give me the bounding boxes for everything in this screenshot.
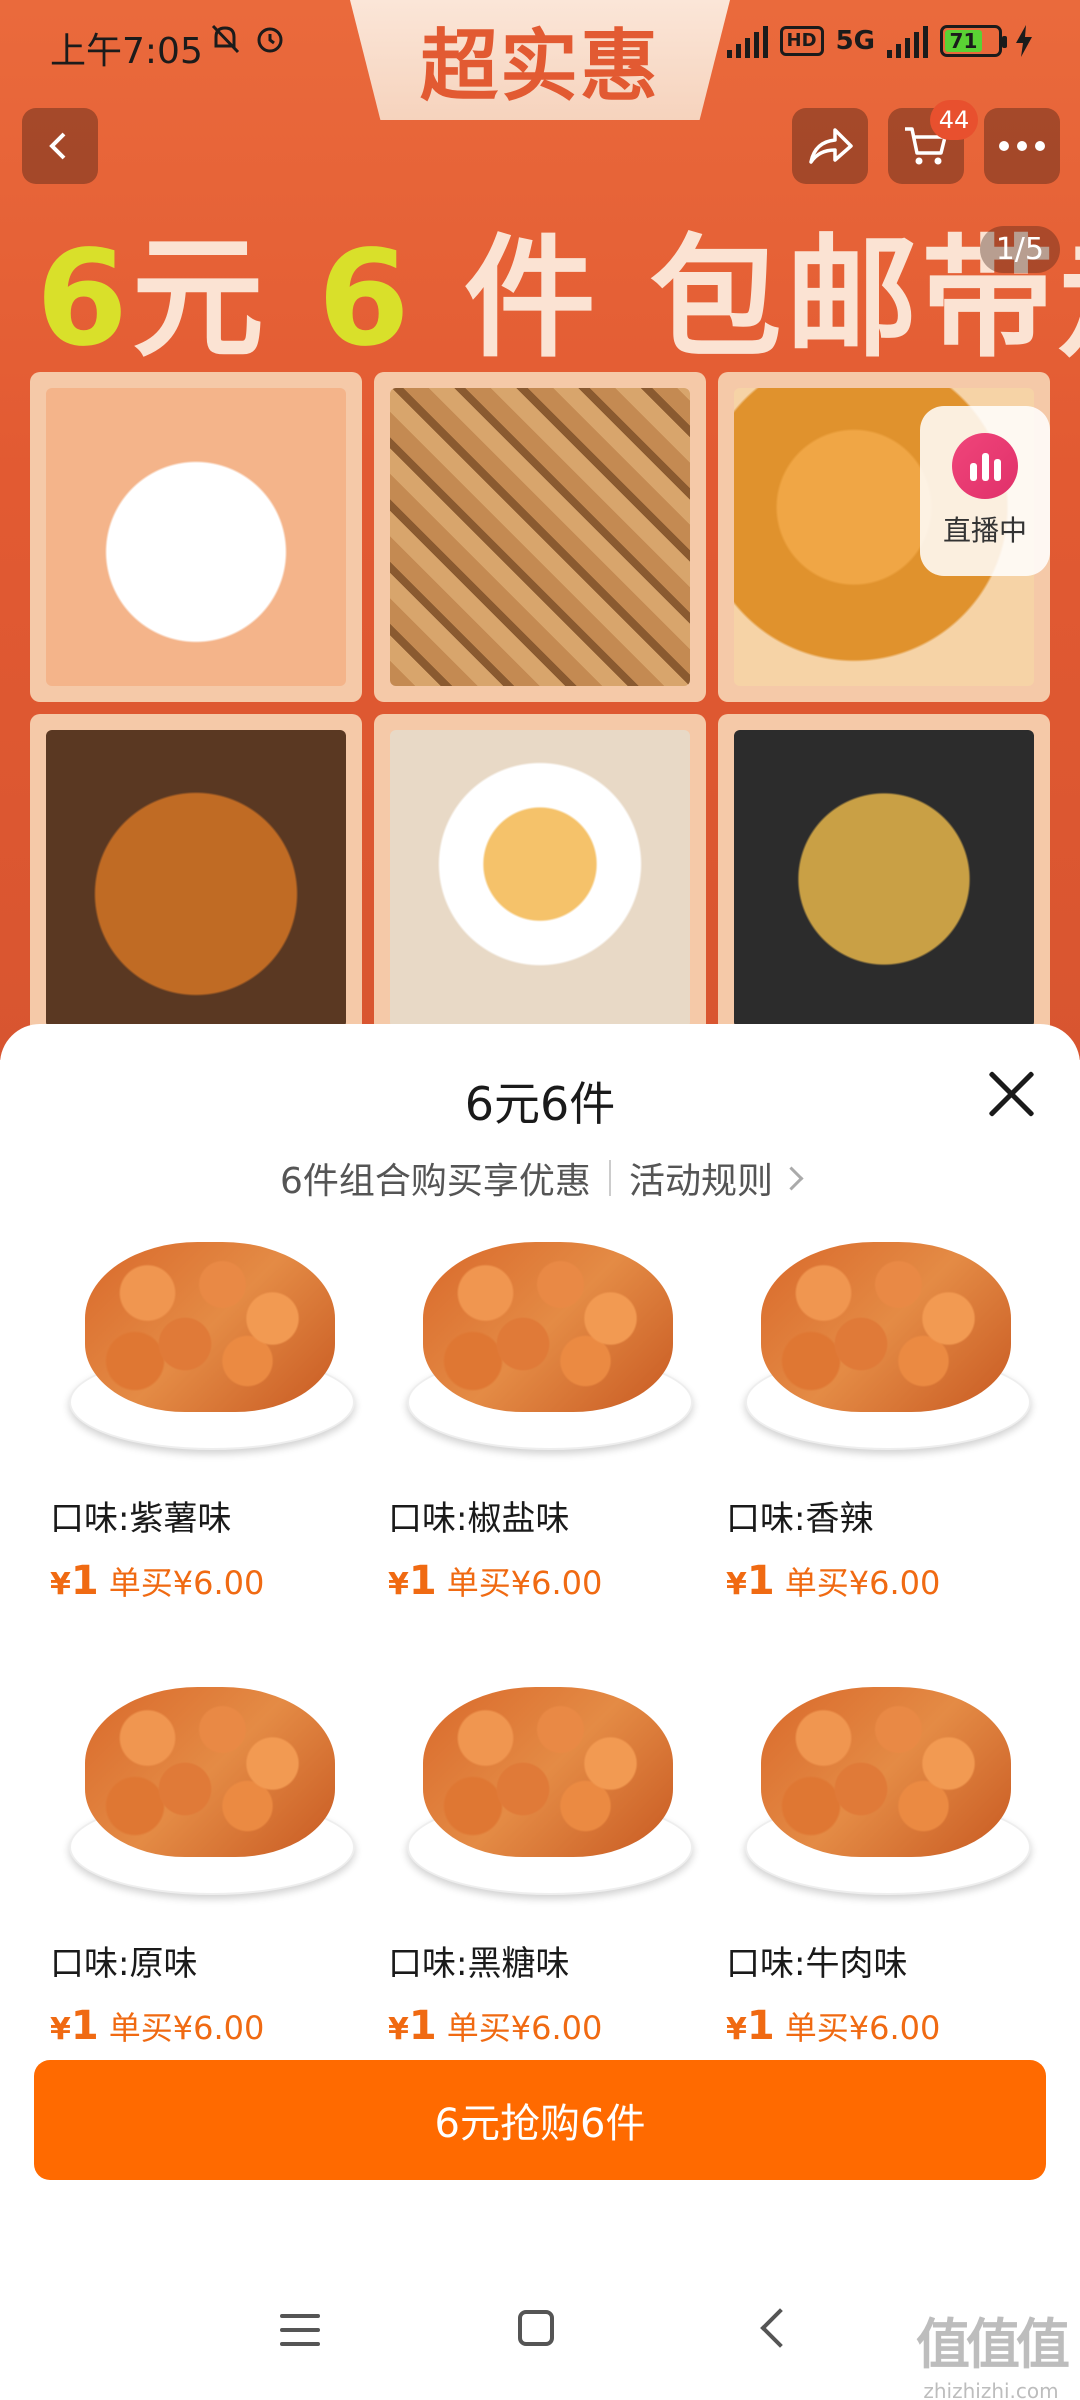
price-currency: ¥ (50, 2012, 71, 2047)
bundle-item[interactable]: 口味:牛肉味 ¥1 单买¥6.00 (726, 1681, 1046, 2106)
charging-icon (1016, 25, 1032, 57)
mute-icon (211, 24, 240, 54)
banner-photo (374, 372, 706, 702)
price-value: 1 (408, 2003, 437, 2049)
price-currency: ¥ (388, 2012, 409, 2047)
item-name: 口味:紫薯味 (50, 1499, 232, 1539)
item-image (731, 1681, 1041, 1901)
share-button[interactable] (792, 108, 868, 184)
banner-photo (30, 372, 362, 702)
single-price: 单买¥6.00 (108, 2009, 265, 2047)
watermark-logo: 值值值 (916, 2313, 1070, 2376)
single-price: 单买¥6.00 (784, 2009, 941, 2047)
price-currency: ¥ (388, 1567, 409, 1602)
rules-link[interactable]: 活动规则 (628, 1152, 804, 1204)
item-price: ¥1 单买¥6.00 (388, 1558, 708, 1604)
back-button[interactable] (22, 108, 98, 184)
signal-icon (726, 24, 768, 58)
sheet-subtitle-row: 6件组合购买享优惠 活动规则 (0, 1152, 1080, 1204)
gallery-page-indicator: 1/5 (979, 226, 1060, 273)
share-icon (809, 128, 853, 164)
status-right: HD 5G 71 (726, 24, 1034, 58)
banner-headline: 6元 6 件 包邮带走 (36, 192, 1080, 383)
item-price: ¥1 单买¥6.00 (50, 2003, 370, 2049)
live-stream-button[interactable]: 直播中 (920, 406, 1050, 576)
network-type: 5G (835, 26, 875, 56)
bundle-item[interactable]: 口味:椒盐味 ¥1 单买¥6.00 (388, 1236, 708, 1661)
rules-link-label: 活动规则 (628, 1161, 773, 1202)
cart-count-badge: 44 (930, 100, 978, 140)
screen: 超实惠 上午7:05 HD 5G 71 44 6元 6 件 包邮带 1/5 直播… (0, 0, 1080, 2400)
item-price: ¥1 单买¥6.00 (726, 1558, 1046, 1604)
chevron-right-icon (779, 1165, 804, 1191)
price-value: 1 (408, 1558, 437, 1604)
item-name: 口味:牛肉味 (726, 1944, 908, 1984)
status-icons (208, 22, 287, 65)
item-image (55, 1236, 365, 1456)
headline-num-2: 6 (317, 222, 414, 376)
item-image (393, 1681, 703, 1901)
buy-bundle-button[interactable]: 6元抢购6件 (34, 2060, 1046, 2180)
price-value: 1 (70, 1558, 99, 1604)
bundle-item[interactable]: 口味:紫薯味 ¥1 单买¥6.00 (50, 1236, 370, 1661)
price-currency: ¥ (726, 2012, 747, 2047)
more-button[interactable] (984, 108, 1060, 184)
back-nav-icon[interactable] (760, 2308, 800, 2348)
alarm-icon (257, 27, 283, 53)
bundle-item[interactable]: 口味:香辣 ¥1 单买¥6.00 (726, 1236, 1046, 1661)
bundle-sheet: 6元6件 6件组合购买享优惠 活动规则 口味:紫薯味 ¥1 单买¥6.00 口味… (0, 1024, 1080, 2400)
single-price: 单买¥6.00 (108, 1564, 265, 1602)
cart-button[interactable]: 44 (888, 100, 978, 184)
banner-photo (718, 714, 1050, 1044)
price-value: 1 (746, 1558, 775, 1604)
item-price: ¥1 单买¥6.00 (50, 1558, 370, 1604)
status-time: 上午7:05 (50, 31, 203, 72)
item-name: 口味:黑糖味 (388, 1944, 570, 1984)
divider (608, 1160, 611, 1196)
watermark: 值值值 zhizhizhi.com (916, 2300, 1070, 2400)
price-currency: ¥ (726, 1567, 747, 1602)
single-price: 单买¥6.00 (446, 1564, 603, 1602)
close-icon[interactable] (982, 1064, 1042, 1124)
banner-photo (30, 714, 362, 1044)
item-price: ¥1 单买¥6.00 (388, 2003, 708, 2049)
item-image (55, 1681, 365, 1901)
live-label: 直播中 (942, 514, 1027, 547)
back-arrow-icon (49, 132, 66, 160)
bundle-item[interactable]: 口味:黑糖味 ¥1 单买¥6.00 (388, 1681, 708, 2106)
item-price: ¥1 单买¥6.00 (726, 2003, 1046, 2049)
banner-photo-grid (30, 372, 1050, 1044)
item-name: 口味:原味 (50, 1944, 198, 1984)
headline-num-1: 6 (36, 222, 132, 376)
signal-icon-2 (887, 24, 928, 58)
battery-level: 71 (945, 29, 982, 53)
hd-badge: HD (779, 26, 824, 56)
price-value: 1 (746, 2003, 775, 2049)
banner-photo (374, 714, 706, 1044)
item-name: 口味:香辣 (726, 1499, 874, 1539)
bundle-item[interactable]: 口味:原味 ¥1 单买¥6.00 (50, 1681, 370, 2106)
bundle-items: 口味:紫薯味 ¥1 单买¥6.00 口味:椒盐味 ¥1 单买¥6.00 口味:香… (50, 1236, 1040, 2106)
menu-icon[interactable] (280, 2314, 320, 2346)
more-icon (999, 141, 1045, 151)
live-bars-icon (952, 433, 1018, 499)
item-image (393, 1236, 703, 1456)
headline-text-1: 元 (131, 222, 318, 376)
home-icon[interactable] (518, 2310, 554, 2346)
item-name: 口味:椒盐味 (388, 1499, 570, 1539)
sheet-title: 6元6件 (464, 1077, 616, 1131)
price-currency: ¥ (50, 1567, 71, 1602)
status-bar: 上午7:05 HD 5G 71 (0, 0, 1080, 90)
item-image (731, 1236, 1041, 1456)
single-price: 单买¥6.00 (784, 1564, 941, 1602)
product-gallery[interactable]: 超实惠 上午7:05 HD 5G 71 44 6元 6 件 包邮带 1/5 直播… (0, 0, 1080, 1060)
single-price: 单买¥6.00 (446, 2009, 603, 2047)
battery-icon: 71 (940, 25, 1007, 57)
watermark-text: zhizhizhi.com (923, 2379, 1059, 2400)
sheet-subtitle: 6件组合购买享优惠 (280, 1161, 591, 1202)
price-value: 1 (70, 2003, 99, 2049)
